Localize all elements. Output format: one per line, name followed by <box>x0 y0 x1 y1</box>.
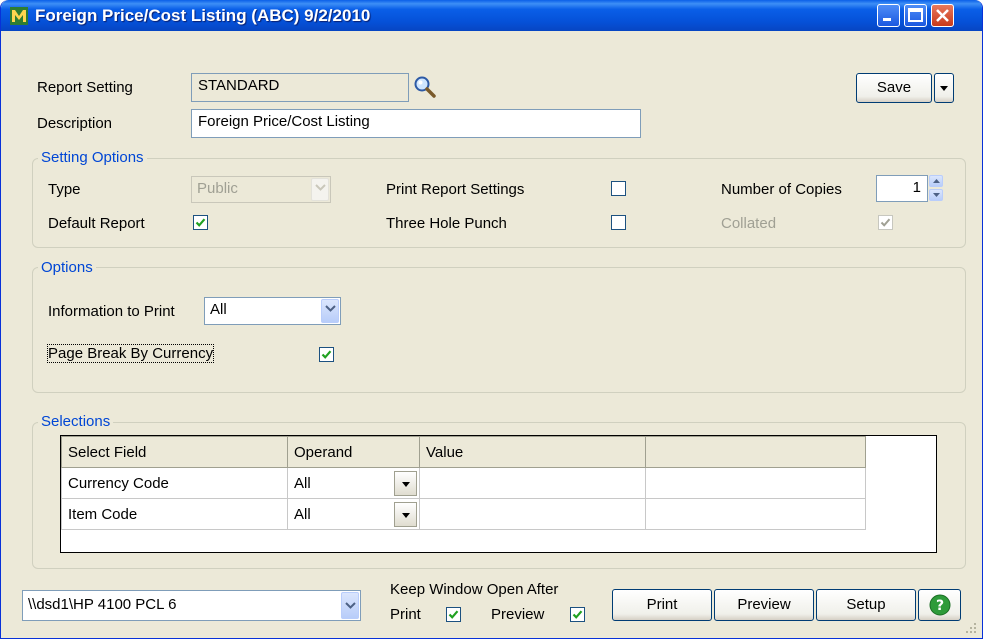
value-cell[interactable] <box>419 498 646 530</box>
type-value: Public <box>197 180 238 197</box>
three-hole-punch-label: Three Hole Punch <box>386 215 507 232</box>
chevron-down-icon <box>345 602 356 609</box>
chevron-down-icon <box>325 305 336 312</box>
table-row[interactable]: Item Code All <box>61 498 866 530</box>
report-setting-label: Report Setting <box>37 79 133 96</box>
checkmark-icon <box>321 350 332 359</box>
arrow-down-icon <box>933 193 940 197</box>
help-glyph: ? <box>936 598 944 614</box>
collated-label: Collated <box>721 215 777 232</box>
selections-title: Selections <box>38 413 114 430</box>
type-dropdown: Public <box>191 176 331 203</box>
keep-window-open-label: Keep Window Open After <box>390 581 559 598</box>
setup-button-label: Setup <box>846 596 886 613</box>
selections-grid: Select Field Operand Value Currency Code… <box>60 435 937 553</box>
checkmark-icon <box>448 610 459 619</box>
spin-up-button[interactable] <box>929 175 943 187</box>
print-report-settings-label: Print Report Settings <box>386 181 525 198</box>
app-icon <box>10 7 28 25</box>
report-setting-field[interactable]: STANDARD <box>191 73 409 102</box>
number-of-copies-field[interactable]: 1 <box>876 175 928 202</box>
save-menu-button[interactable] <box>934 73 954 103</box>
checkmark-icon <box>572 610 583 619</box>
column-header-select-field[interactable]: Select Field <box>61 436 288 468</box>
save-button[interactable]: Save <box>856 73 932 103</box>
maximize-icon <box>908 8 923 22</box>
resize-grip-icon[interactable] <box>965 622 977 634</box>
operand-dropdown-button[interactable] <box>394 471 417 496</box>
operand-dropdown-button[interactable] <box>394 502 417 527</box>
information-to-print-label: Information to Print <box>48 303 175 320</box>
search-icon[interactable] <box>413 75 437 99</box>
column-header-extra <box>645 436 866 468</box>
collated-checkbox <box>878 215 893 230</box>
empty-cell <box>645 467 866 499</box>
information-to-print-dropdown[interactable]: All <box>204 297 341 325</box>
close-button[interactable] <box>931 4 954 27</box>
chevron-down-icon <box>940 86 948 91</box>
select-field-cell[interactable]: Currency Code <box>61 467 288 499</box>
value-cell[interactable] <box>419 467 646 499</box>
information-to-print-value: All <box>210 301 227 318</box>
chevron-down-icon <box>315 184 326 191</box>
options-title: Options <box>38 259 96 276</box>
table-row[interactable]: Currency Code All <box>61 467 866 499</box>
setting-options-group <box>32 158 966 248</box>
number-of-copies-label: Number of Copies <box>721 181 842 198</box>
report-window: Foreign Price/Cost Listing (ABC) 9/2/201… <box>0 0 983 639</box>
print-keep-open-label: Print <box>390 606 421 623</box>
chevron-down-icon <box>402 482 410 487</box>
arrow-up-icon <box>933 179 940 183</box>
keep-open-after-preview-checkbox[interactable] <box>570 607 585 622</box>
preview-keep-open-label: Preview <box>491 606 545 623</box>
default-report-checkbox[interactable] <box>193 215 208 230</box>
options-group <box>32 267 966 393</box>
help-button[interactable]: ? <box>918 589 961 621</box>
minimize-icon <box>883 18 891 21</box>
print-report-settings-checkbox[interactable] <box>611 181 626 196</box>
select-field-cell[interactable]: Item Code <box>61 498 288 530</box>
close-icon <box>936 9 949 22</box>
checkmark-icon <box>880 218 891 227</box>
type-label: Type <box>48 181 81 198</box>
printer-dropdown-button[interactable] <box>341 592 359 619</box>
print-button[interactable]: Print <box>612 589 712 621</box>
default-report-label: Default Report <box>48 215 145 232</box>
description-field[interactable]: Foreign Price/Cost Listing <box>191 109 641 138</box>
spin-down-button[interactable] <box>929 189 943 201</box>
type-dropdown-button <box>311 178 329 201</box>
print-button-label: Print <box>646 596 678 613</box>
preview-button-label: Preview <box>737 596 791 613</box>
setup-button[interactable]: Setup <box>816 589 916 621</box>
grid-header-row: Select Field Operand Value <box>61 436 866 468</box>
empty-cell <box>645 498 866 530</box>
window-title: Foreign Price/Cost Listing (ABC) 9/2/201… <box>35 6 371 25</box>
minimize-button[interactable] <box>877 4 900 27</box>
checkmark-icon <box>195 218 206 227</box>
description-label: Description <box>37 115 113 132</box>
page-break-by-currency-checkbox[interactable] <box>319 347 334 362</box>
column-header-operand[interactable]: Operand <box>287 436 420 468</box>
keep-open-after-print-checkbox[interactable] <box>446 607 461 622</box>
printer-value: \\dsd1\HP 4100 PCL 6 <box>28 596 177 613</box>
printer-dropdown[interactable]: \\dsd1\HP 4100 PCL 6 <box>22 590 361 621</box>
setting-options-title: Setting Options <box>38 149 147 166</box>
save-button-label: Save <box>876 79 912 96</box>
information-to-print-dropdown-button[interactable] <box>321 299 339 323</box>
column-header-value[interactable]: Value <box>419 436 646 468</box>
preview-button[interactable]: Preview <box>714 589 814 621</box>
three-hole-punch-checkbox[interactable] <box>611 215 626 230</box>
page-break-by-currency-label: Page Break By Currency <box>46 344 215 363</box>
window-content: Report Setting STANDARD Save Description… <box>5 31 979 636</box>
chevron-down-icon <box>402 513 410 518</box>
title-bar[interactable]: Foreign Price/Cost Listing (ABC) 9/2/201… <box>1 0 982 31</box>
help-icon: ? <box>929 594 951 616</box>
maximize-button[interactable] <box>904 4 927 27</box>
